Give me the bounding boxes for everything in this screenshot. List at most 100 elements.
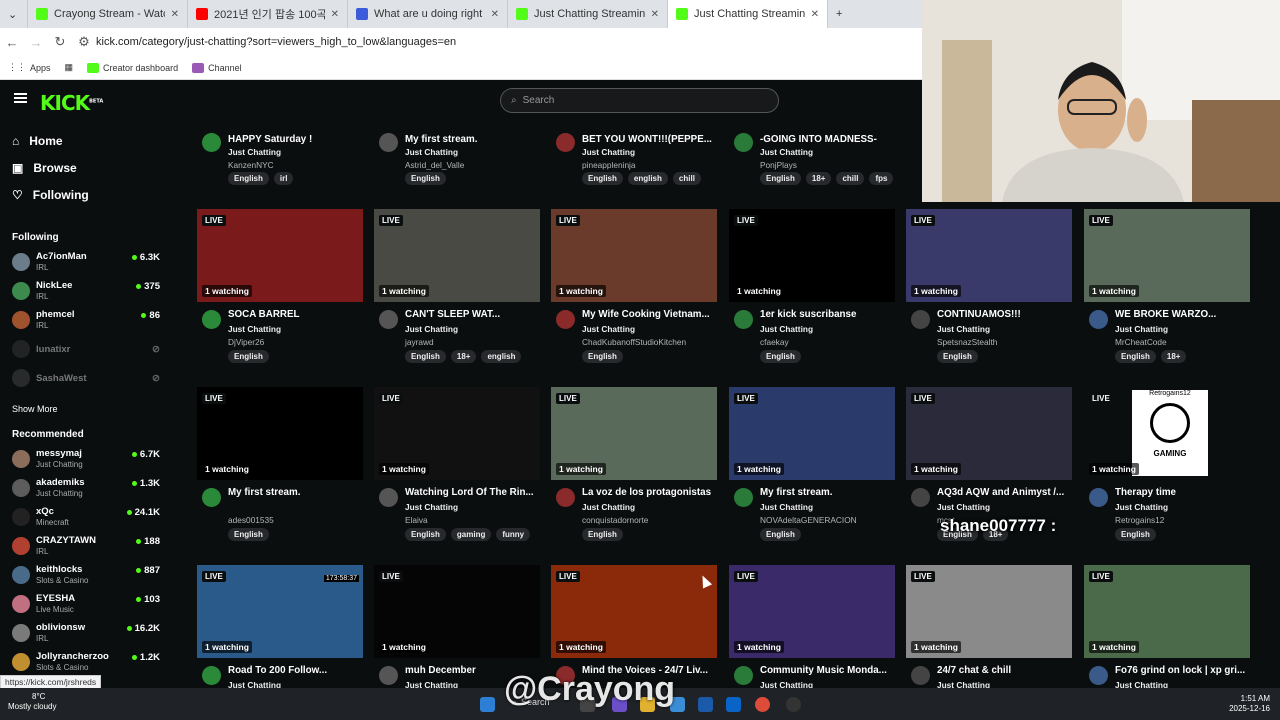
stream-username[interactable]: pineappleninja	[582, 160, 636, 170]
stream-tag[interactable]: 18+	[450, 350, 477, 363]
stream-category[interactable]: Just Chatting	[937, 324, 990, 334]
stream-card[interactable]: LIVE 1 watching 1er kick suscribanse Just C…	[729, 209, 895, 363]
channel-avatar[interactable]	[379, 133, 398, 152]
stream-title[interactable]: Community Music Monda...	[760, 665, 895, 676]
stream-category[interactable]: Just Chatting	[405, 324, 458, 334]
stream-tag[interactable]: English	[582, 528, 623, 541]
channel-avatar[interactable]	[379, 310, 398, 329]
stream-card[interactable]: Retrogains12 GAMING LIVE 1 watching Therapy …	[1084, 387, 1250, 541]
kick-logo[interactable]: KICKBETA	[40, 91, 103, 115]
sidebar-channel[interactable]: akademiks Just Chatting 1.3K	[12, 476, 160, 502]
stream-tag[interactable]: English	[760, 172, 801, 185]
stream-card[interactable]: LIVE 1 watching My Wife Cooking Vietnam...…	[551, 209, 717, 363]
stream-tag[interactable]: funny	[496, 528, 531, 541]
stream-username[interactable]: ades001535	[228, 515, 274, 525]
stream-card[interactable]: 173:58:37 LIVE 1 watching Road To 200 Follo…	[197, 565, 363, 690]
search-input[interactable]: ⌕ Search	[500, 88, 779, 113]
stream-title[interactable]: -GOING INTO MADNESS-	[760, 134, 895, 145]
stream-tag[interactable]: English	[937, 350, 978, 363]
system-clock[interactable]: 1:51 AM 2025-12-16	[1229, 694, 1270, 714]
stream-thumbnail[interactable]: LIVE 1 watching	[906, 209, 1072, 302]
stream-title[interactable]: My first stream.	[405, 134, 540, 145]
sidebar-channel[interactable]: messymaj Just Chatting 6.7K	[12, 447, 160, 473]
stream-title[interactable]: SOCA BARREL	[228, 309, 363, 320]
stream-username[interactable]: conquistadornorte	[582, 515, 648, 525]
sidebar-channel[interactable]: phemcel IRL 86	[12, 308, 160, 334]
stream-thumbnail[interactable]: LIVE 1 watching	[374, 387, 540, 480]
stream-card[interactable]: LIVE 1 watching Community Music Monda... Ju…	[729, 565, 895, 690]
stream-username[interactable]: MrCheatCode	[1115, 337, 1167, 347]
stream-tag[interactable]: English	[228, 350, 269, 363]
stream-tag[interactable]: 18+	[805, 172, 832, 185]
stream-title[interactable]: Road To 200 Follow...	[228, 665, 363, 676]
sidebar-channel[interactable]: Jollyrancherzoo Slots & Casino 1.2K	[12, 650, 160, 676]
stream-title[interactable]: WE BROKE WARZO...	[1115, 309, 1250, 320]
close-icon[interactable]: ✕	[491, 9, 499, 20]
close-icon[interactable]: ✕	[811, 9, 819, 20]
stream-tag[interactable]: English	[405, 528, 446, 541]
stream-title[interactable]: CAN'T SLEEP WAT...	[405, 309, 540, 320]
stream-card[interactable]: LIVE 1 watching La voz de los protagonista…	[551, 387, 717, 541]
stream-thumbnail[interactable]: LIVE 1 watching	[1084, 565, 1250, 658]
outlook-icon[interactable]	[726, 697, 741, 712]
channel-avatar[interactable]	[202, 310, 221, 329]
stream-card[interactable]: LIVE 1 watching My first stream. Just Chatt…	[729, 387, 895, 541]
stream-tag[interactable]: English	[760, 528, 801, 541]
close-icon[interactable]: ✕	[651, 9, 659, 20]
channel-avatar[interactable]	[734, 133, 753, 152]
stream-thumbnail[interactable]: LIVE 1 watching	[197, 387, 363, 480]
stream-tag[interactable]: English	[1115, 528, 1156, 541]
channel-avatar[interactable]	[379, 666, 398, 685]
stream-title[interactable]: La voz de los protagonistas	[582, 487, 717, 498]
stream-category[interactable]: Just Chatting	[760, 502, 813, 512]
channel-avatar[interactable]	[734, 488, 753, 507]
weather-widget[interactable]: 8°C Mostly cloudy	[8, 692, 56, 712]
stream-card[interactable]: LIVE 1 watching CAN'T SLEEP WAT... Just Cha…	[374, 209, 540, 363]
channel-avatar[interactable]	[911, 310, 930, 329]
stream-username[interactable]: NOVAdeltaGENERACION	[760, 515, 857, 525]
stream-title[interactable]: My Wife Cooking Vietnam...	[582, 309, 717, 320]
stream-card[interactable]: LIVE 1 watching muh December Just Chatting	[374, 565, 540, 690]
stream-tag[interactable]: English	[228, 172, 269, 185]
channel-avatar[interactable]	[202, 666, 221, 685]
sidebar-channel[interactable]: oblivionsw IRL 16.2K	[12, 621, 160, 647]
channel-avatar[interactable]	[202, 133, 221, 152]
stream-tag[interactable]: irl	[273, 172, 294, 185]
nav-home[interactable]: ⌂ Home	[12, 134, 63, 148]
browser-tab[interactable]: What are u doing right now? - ✕	[348, 0, 508, 28]
stream-tag[interactable]: English	[405, 350, 446, 363]
stream-tag[interactable]: gaming	[450, 528, 492, 541]
start-icon[interactable]	[480, 697, 495, 712]
channel-avatar[interactable]	[556, 310, 575, 329]
browser-tab[interactable]: Just Chatting Streaming - Live S ✕	[668, 0, 828, 28]
stream-thumbnail[interactable]: LIVE 1 watching	[729, 209, 895, 302]
stream-tag[interactable]: English	[582, 172, 623, 185]
stream-title[interactable]: My first stream.	[228, 487, 363, 498]
sidebar-channel[interactable]: SashaWest ⊘	[12, 366, 160, 392]
stream-username[interactable]: PonjPlays	[760, 160, 797, 170]
chrome-icon[interactable]	[755, 697, 770, 712]
bookmark-grid[interactable]: ▦	[65, 62, 74, 73]
stream-category[interactable]: Just Chatting	[582, 502, 635, 512]
stream-tag[interactable]: chill	[672, 172, 701, 185]
stream-category[interactable]: Just Chatting	[1115, 324, 1168, 334]
url-field[interactable]: kick.com/category/just-chatting?sort=vie…	[96, 36, 456, 48]
forward-icon[interactable]: →	[24, 35, 48, 50]
stream-tag[interactable]: english	[627, 172, 668, 185]
nav-following[interactable]: ♡ Following	[12, 188, 89, 202]
sidebar-channel[interactable]: EYESHA Live Music 103	[12, 592, 160, 618]
site-info-icon[interactable]: ⚙	[72, 34, 96, 50]
stream-title[interactable]: AQ3d AQW and Animyst /...	[937, 487, 1072, 498]
stream-username[interactable]: SpetsnazStealth	[937, 337, 997, 347]
sidebar-channel[interactable]: Ac7ionMan IRL 6.3K	[12, 250, 160, 276]
stream-card[interactable]: LIVE 1 watching Watching Lord Of The Rin..…	[374, 387, 540, 541]
stream-tag[interactable]: 18+	[1160, 350, 1187, 363]
stream-thumbnail[interactable]: LIVE 1 watching	[906, 565, 1072, 658]
stream-title[interactable]: CONTINUAMOS!!!	[937, 309, 1072, 320]
browser-tab[interactable]: 2021년 인기 팝송 100곡 모 ✕	[188, 0, 348, 28]
stream-thumbnail[interactable]: LIVE 1 watching	[197, 209, 363, 302]
stream-tag[interactable]: fps	[869, 172, 894, 185]
channel-avatar[interactable]	[1089, 666, 1108, 685]
stream-title[interactable]: Watching Lord Of The Rin...	[405, 487, 540, 498]
new-tab-button[interactable]: +	[828, 0, 858, 28]
